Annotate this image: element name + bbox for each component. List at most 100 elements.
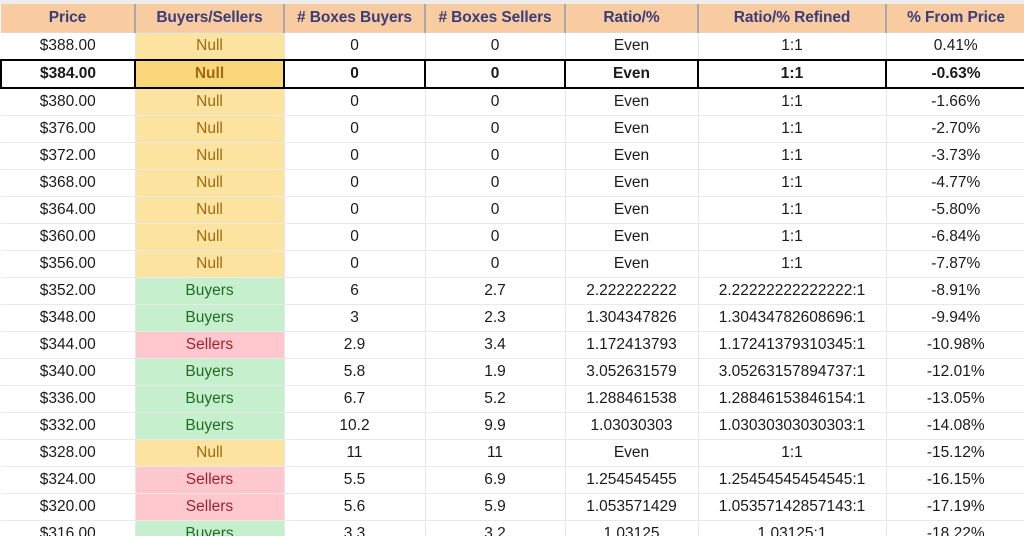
cell-ratio-refined[interactable]: 1:1: [698, 196, 887, 224]
cell-boxes-buyers[interactable]: 10.2: [284, 412, 426, 440]
cell-percent-from-price[interactable]: -0.63%: [886, 59, 1024, 89]
cell-buyers-sellers[interactable]: Null: [135, 223, 285, 251]
cell-buyers-sellers[interactable]: Buyers: [135, 520, 285, 536]
cell-ratio[interactable]: Even: [565, 439, 699, 467]
cell-ratio[interactable]: 1.03125: [565, 520, 699, 536]
cell-boxes-buyers[interactable]: 6: [284, 277, 426, 305]
cell-price[interactable]: $356.00: [1, 250, 136, 278]
cell-ratio[interactable]: Even: [565, 88, 699, 116]
cell-boxes-buyers[interactable]: 0: [284, 32, 426, 61]
cell-percent-from-price[interactable]: -1.66%: [886, 88, 1024, 116]
cell-boxes-sellers[interactable]: 0: [425, 142, 566, 170]
cell-price[interactable]: $340.00: [1, 358, 136, 386]
cell-boxes-buyers[interactable]: 0: [284, 115, 426, 143]
cell-ratio[interactable]: 1.053571429: [565, 493, 699, 521]
cell-price[interactable]: $324.00: [1, 466, 136, 494]
cell-ratio[interactable]: 1.172413793: [565, 331, 699, 359]
table-row[interactable]: $368.00 Null 0 0 Even 1:1 -4.77%: [1, 169, 1024, 197]
table-row[interactable]: $364.00 Null 0 0 Even 1:1 -5.80%: [1, 196, 1024, 224]
table-row[interactable]: $372.00 Null 0 0 Even 1:1 -3.73%: [1, 142, 1024, 170]
cell-buyers-sellers[interactable]: Buyers: [135, 304, 285, 332]
table-row[interactable]: $348.00 Buyers 3 2.3 1.304347826 1.3043478260…: [1, 304, 1024, 332]
cell-percent-from-price[interactable]: -14.08%: [886, 412, 1024, 440]
cell-price[interactable]: $328.00: [1, 439, 136, 467]
cell-ratio[interactable]: Even: [565, 223, 699, 251]
cell-boxes-buyers[interactable]: 0: [284, 88, 426, 116]
cell-buyers-sellers[interactable]: Null: [135, 439, 285, 467]
cell-boxes-buyers[interactable]: 3.3: [284, 520, 426, 536]
cell-boxes-sellers[interactable]: 3.4: [425, 331, 566, 359]
cell-boxes-sellers[interactable]: 1.9: [425, 358, 566, 386]
cell-ratio-refined[interactable]: 1.28846153846154:1: [698, 385, 887, 413]
column-header-ratio[interactable]: Ratio/%: [565, 4, 699, 33]
cell-ratio[interactable]: Even: [565, 32, 699, 61]
column-header-buyers-sellers[interactable]: Buyers/Sellers: [135, 4, 285, 33]
cell-ratio[interactable]: Even: [565, 196, 699, 224]
cell-boxes-sellers[interactable]: 0: [425, 169, 566, 197]
cell-boxes-sellers[interactable]: 0: [425, 223, 566, 251]
cell-price[interactable]: $376.00: [1, 115, 136, 143]
cell-ratio[interactable]: 3.052631579: [565, 358, 699, 386]
table-row[interactable]: $316.00 Buyers 3.3 3.2 1.03125 1.03125:1 -18.2…: [1, 520, 1024, 536]
cell-price[interactable]: $316.00: [1, 520, 136, 536]
cell-boxes-buyers[interactable]: 0: [284, 142, 426, 170]
cell-ratio-refined[interactable]: 1.17241379310345:1: [698, 331, 887, 359]
table-row[interactable]: $320.00 Sellers 5.6 5.9 1.053571429 1.0535714…: [1, 493, 1024, 521]
cell-buyers-sellers[interactable]: Sellers: [135, 466, 285, 494]
table-row[interactable]: $356.00 Null 0 0 Even 1:1 -7.87%: [1, 250, 1024, 278]
cell-buyers-sellers[interactable]: Null: [135, 32, 285, 61]
cell-percent-from-price[interactable]: -2.70%: [886, 115, 1024, 143]
cell-buyers-sellers[interactable]: Null: [135, 169, 285, 197]
cell-percent-from-price[interactable]: 0.41%: [886, 32, 1024, 61]
table-row[interactable]: $384.00 Null 0 0 Even 1:1 -0.63%: [0, 59, 1024, 89]
cell-price[interactable]: $368.00: [1, 169, 136, 197]
cell-ratio[interactable]: Even: [565, 250, 699, 278]
cell-ratio-refined[interactable]: 3.05263157894737:1: [698, 358, 887, 386]
cell-buyers-sellers[interactable]: Sellers: [135, 493, 285, 521]
table-row[interactable]: $344.00 Sellers 2.9 3.4 1.172413793 1.1724137…: [1, 331, 1024, 359]
cell-boxes-buyers[interactable]: 0: [284, 59, 426, 89]
cell-ratio-refined[interactable]: 1.25454545454545:1: [698, 466, 887, 494]
cell-boxes-sellers[interactable]: 6.9: [425, 466, 566, 494]
cell-ratio[interactable]: Even: [565, 59, 699, 89]
cell-percent-from-price[interactable]: -10.98%: [886, 331, 1024, 359]
table-row[interactable]: $352.00 Buyers 6 2.7 2.222222222 2.2222222222…: [1, 277, 1024, 305]
cell-ratio-refined[interactable]: 2.22222222222222:1: [698, 277, 887, 305]
column-header-boxes-sellers[interactable]: # Boxes Sellers: [425, 4, 566, 33]
cell-ratio-refined[interactable]: 1:1: [698, 88, 887, 116]
cell-boxes-buyers[interactable]: 6.7: [284, 385, 426, 413]
cell-percent-from-price[interactable]: -7.87%: [886, 250, 1024, 278]
cell-ratio-refined[interactable]: 1:1: [698, 250, 887, 278]
cell-price[interactable]: $388.00: [1, 32, 136, 61]
column-header-ratio-refined[interactable]: Ratio/% Refined: [698, 4, 887, 33]
cell-price[interactable]: $336.00: [1, 385, 136, 413]
cell-ratio-refined[interactable]: 1.30434782608696:1: [698, 304, 887, 332]
cell-ratio-refined[interactable]: 1:1: [698, 115, 887, 143]
cell-boxes-sellers[interactable]: 0: [425, 196, 566, 224]
cell-boxes-sellers[interactable]: 2.3: [425, 304, 566, 332]
cell-price[interactable]: $352.00: [1, 277, 136, 305]
column-header-boxes-buyers[interactable]: # Boxes Buyers: [284, 4, 426, 33]
cell-price[interactable]: $360.00: [1, 223, 136, 251]
cell-percent-from-price[interactable]: -9.94%: [886, 304, 1024, 332]
cell-percent-from-price[interactable]: -13.05%: [886, 385, 1024, 413]
cell-percent-from-price[interactable]: -4.77%: [886, 169, 1024, 197]
cell-buyers-sellers[interactable]: Buyers: [135, 412, 285, 440]
cell-buyers-sellers[interactable]: Null: [135, 250, 285, 278]
cell-boxes-sellers[interactable]: 0: [425, 250, 566, 278]
cell-buyers-sellers[interactable]: Null: [135, 142, 285, 170]
cell-boxes-sellers[interactable]: 11: [425, 439, 566, 467]
cell-ratio-refined[interactable]: 1.03030303030303:1: [698, 412, 887, 440]
cell-ratio[interactable]: Even: [565, 169, 699, 197]
cell-boxes-buyers[interactable]: 5.5: [284, 466, 426, 494]
cell-ratio-refined[interactable]: 1:1: [698, 439, 887, 467]
cell-boxes-sellers[interactable]: 0: [425, 59, 566, 89]
cell-boxes-sellers[interactable]: 0: [425, 88, 566, 116]
cell-ratio-refined[interactable]: 1:1: [698, 142, 887, 170]
cell-ratio-refined[interactable]: 1:1: [698, 32, 887, 61]
cell-price[interactable]: $364.00: [1, 196, 136, 224]
cell-ratio-refined[interactable]: 1:1: [698, 59, 887, 89]
cell-ratio[interactable]: Even: [565, 142, 699, 170]
cell-boxes-buyers[interactable]: 0: [284, 223, 426, 251]
cell-buyers-sellers[interactable]: Buyers: [135, 385, 285, 413]
